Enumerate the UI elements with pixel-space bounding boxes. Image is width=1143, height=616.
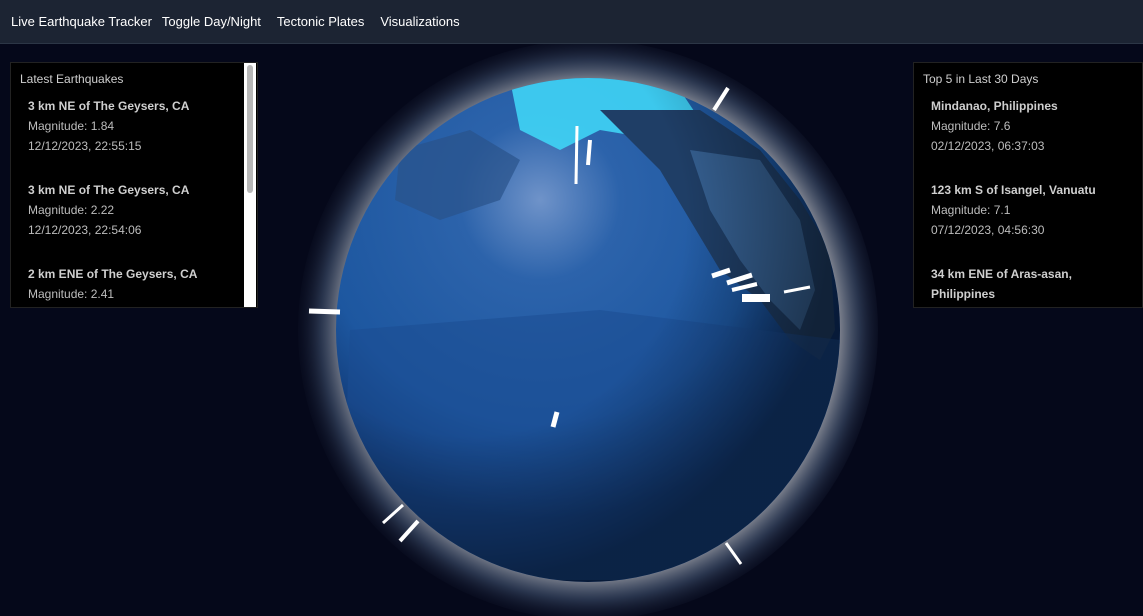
top-quake-item[interactable]: 34 km ENE of Aras-asan, Philippines (931, 264, 1072, 304)
quake-place: 34 km ENE of Aras-asan, (931, 267, 1072, 281)
latest-quake-item[interactable]: 3 km NE of The Geysers, CA Magnitude: 2.… (28, 180, 189, 240)
quake-time: 02/12/2023, 06:37:03 (931, 139, 1045, 153)
quake-time: 12/12/2023, 22:54:06 (28, 223, 142, 237)
quake-magnitude: Magnitude: 2.41 (28, 287, 115, 301)
top-nav-bar: Live Earthquake Tracker Toggle Day/Night… (0, 0, 1143, 44)
top5-title: Top 5 in Last 30 Days (923, 72, 1039, 86)
latest-quake-item[interactable]: 2 km ENE of The Geysers, CA Magnitude: 2… (28, 264, 197, 304)
quake-magnitude: Magnitude: 7.6 (931, 119, 1011, 133)
quake-place: 3 km NE of The Geysers, CA (28, 99, 190, 113)
scrollbar-thumb[interactable] (247, 65, 253, 193)
nav-live-earthquake-tracker[interactable]: Live Earthquake Tracker (11, 14, 152, 29)
quake-magnitude: Magnitude: 2.22 (28, 203, 115, 217)
quake-marker (586, 139, 592, 166)
quake-magnitude: Magnitude: 1.84 (28, 119, 115, 133)
latest-earthquakes-title: Latest Earthquakes (20, 72, 124, 86)
quake-place: 2 km ENE of The Geysers, CA (28, 267, 198, 281)
top-quake-item[interactable]: 123 km S of Isangel, Vanuatu Magnitude: … (931, 180, 1096, 240)
quake-place-line2: Philippines (931, 287, 996, 301)
quake-magnitude: Magnitude: 7.1 (931, 203, 1011, 217)
top5-panel: Top 5 in Last 30 Days Mindanao, Philippi… (913, 62, 1143, 308)
top-quake-item[interactable]: Mindanao, Philippines Magnitude: 7.6 02/… (931, 96, 1058, 156)
latest-panel-scrollbar[interactable] (244, 63, 256, 307)
quake-marker (574, 125, 579, 185)
quake-time: 12/12/2023, 22:55:15 (28, 139, 142, 153)
quake-place: Mindanao, Philippines (931, 99, 1058, 113)
latest-earthquakes-panel: Latest Earthquakes 3 km NE of The Geyser… (10, 62, 258, 308)
quake-time: 07/12/2023, 04:56:30 (931, 223, 1045, 237)
nav-tectonic-plates[interactable]: Tectonic Plates (277, 14, 364, 29)
quake-place: 123 km S of Isangel, Vanuatu (931, 183, 1096, 197)
nav-toggle-day-night[interactable]: Toggle Day/Night (162, 14, 261, 29)
latest-quake-item[interactable]: 3 km NE of The Geysers, CA Magnitude: 1.… (28, 96, 189, 156)
quake-marker (308, 308, 341, 315)
nav-visualizations[interactable]: Visualizations (380, 14, 459, 29)
quake-place: 3 km NE of The Geysers, CA (28, 183, 190, 197)
